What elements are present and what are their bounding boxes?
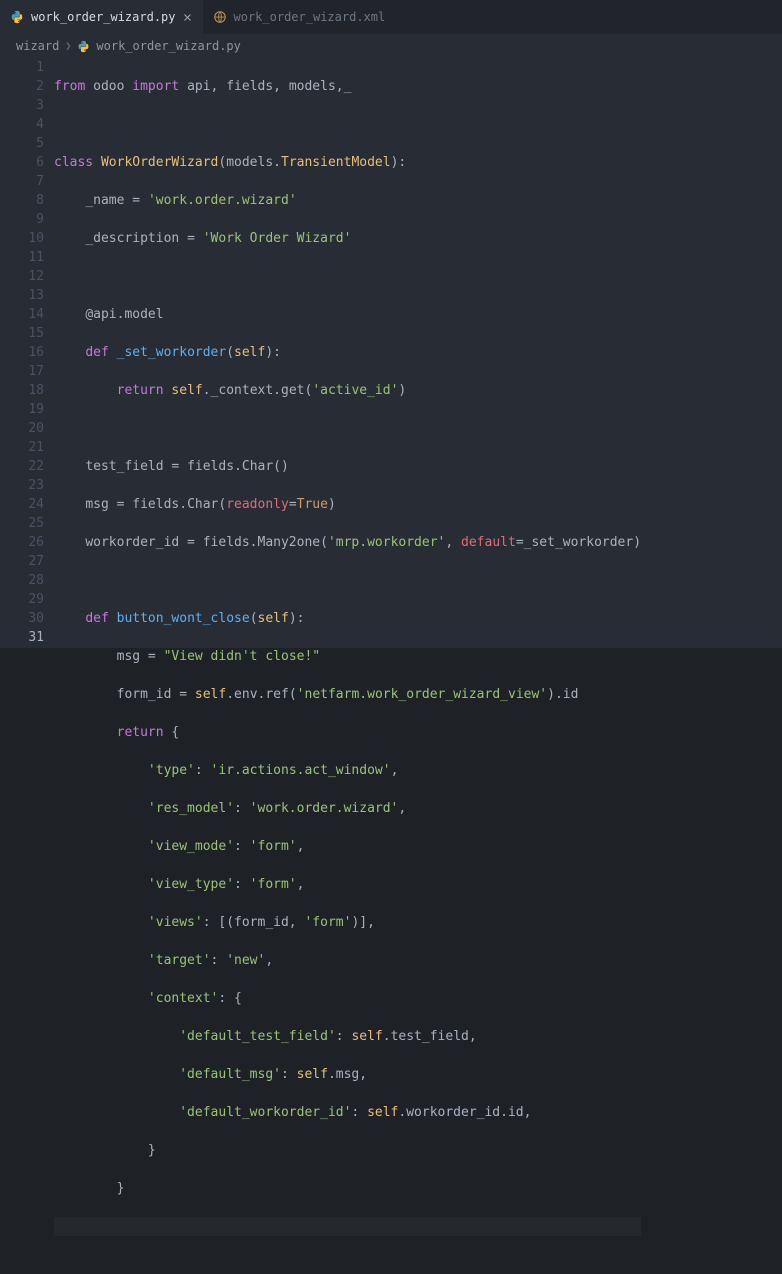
line-number-gutter: 1234567891011121314151617181920212223242…: [0, 58, 54, 648]
line-number: 25: [0, 514, 44, 533]
line-number: 24: [0, 495, 44, 514]
xml-file-icon: [213, 10, 227, 24]
line-number: 18: [0, 381, 44, 400]
line-number: 21: [0, 438, 44, 457]
line-number: 6: [0, 153, 44, 172]
line-number: 15: [0, 324, 44, 343]
line-number: 29: [0, 590, 44, 609]
line-number: 11: [0, 248, 44, 267]
line-number: 23: [0, 476, 44, 495]
line-number: 19: [0, 400, 44, 419]
line-number: 13: [0, 286, 44, 305]
line-number: 1: [0, 58, 44, 77]
breadcrumb-file[interactable]: work_order_wizard.py: [96, 39, 241, 53]
breadcrumb: wizard ❯ work_order_wizard.py: [0, 34, 782, 58]
line-number: 27: [0, 552, 44, 571]
code-area[interactable]: from odoo import api, fields, models,_ c…: [54, 58, 651, 648]
line-number: 5: [0, 134, 44, 153]
line-number: 14: [0, 305, 44, 324]
line-number: 7: [0, 172, 44, 191]
line-number: 10: [0, 229, 44, 248]
line-number: 30: [0, 609, 44, 628]
line-number: 3: [0, 96, 44, 115]
line-number: 4: [0, 115, 44, 134]
line-number: 8: [0, 191, 44, 210]
line-number: 17: [0, 362, 44, 381]
breadcrumb-folder[interactable]: wizard: [16, 39, 59, 53]
line-number: 28: [0, 571, 44, 590]
tab-label: work_order_wizard.xml: [234, 10, 386, 24]
line-number: 2: [0, 77, 44, 96]
chevron-right-icon: ❯: [65, 41, 71, 52]
line-number: 22: [0, 457, 44, 476]
tab-python-file[interactable]: work_order_wizard.py: [0, 0, 203, 34]
tab-label: work_order_wizard.py: [31, 10, 176, 24]
line-number: 26: [0, 533, 44, 552]
tab-xml-file[interactable]: work_order_wizard.xml: [203, 0, 396, 34]
close-icon[interactable]: [183, 12, 193, 22]
code-editor[interactable]: 1234567891011121314151617181920212223242…: [0, 58, 782, 648]
python-file-icon: [77, 40, 90, 53]
line-number: 31: [0, 628, 44, 647]
line-number: 20: [0, 419, 44, 438]
line-number: 16: [0, 343, 44, 362]
tab-bar: work_order_wizard.py work_order_wizard.x…: [0, 0, 782, 34]
line-number: 9: [0, 210, 44, 229]
python-file-icon: [10, 10, 24, 24]
line-number: 12: [0, 267, 44, 286]
